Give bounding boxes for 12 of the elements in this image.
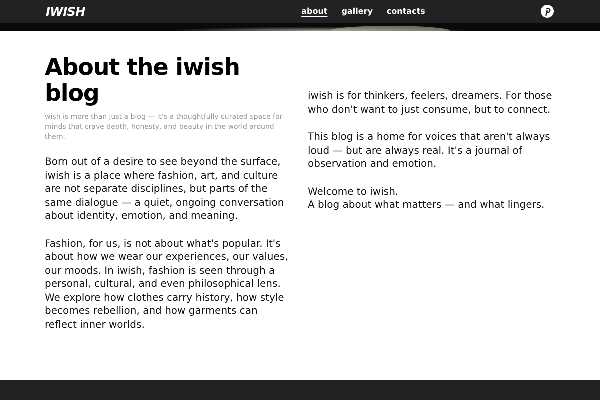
body-paragraph: Fashion, for us, is not about what's popular. It's about how we wear our experiences, our values, our moods. In iwish, fashion is seen through a personal, cultural, and even philosophical lens. We explore how clothes carry history, how style becomes rebellion, and how garments can reflect inner worlds. — [45, 238, 290, 332]
body-paragraph: Born out of a desire to see beyond the surface, iwish is a place where fashion, art, and culture are not separate disciplines, but parts of the same dialogue — a quiet, ongoing conversation about identity, emotion, and meaning. — [45, 156, 286, 224]
pinterest-icon[interactable] — [541, 5, 554, 18]
page-title: About the iwish blog — [45, 55, 241, 107]
body-paragraph: This blog is a home for voices that aren't always loud — but are always real. It's a journal of observation and emotion. — [308, 131, 552, 172]
body-paragraph: A blog about what matters — and what lingers. — [308, 199, 546, 212]
body-paragraph: iwish is for thinkers, feelers, dreamers. For those who don't want to just consume, but to connect. — [308, 90, 554, 117]
nav-link[interactable]: about — [302, 6, 328, 18]
logo[interactable]: IWISH — [46, 2, 226, 20]
nav-link[interactable]: gallery — [342, 6, 373, 18]
nav-link[interactable]: contacts — [386, 6, 426, 18]
body-paragraph: Welcome to iwish. — [308, 186, 400, 199]
